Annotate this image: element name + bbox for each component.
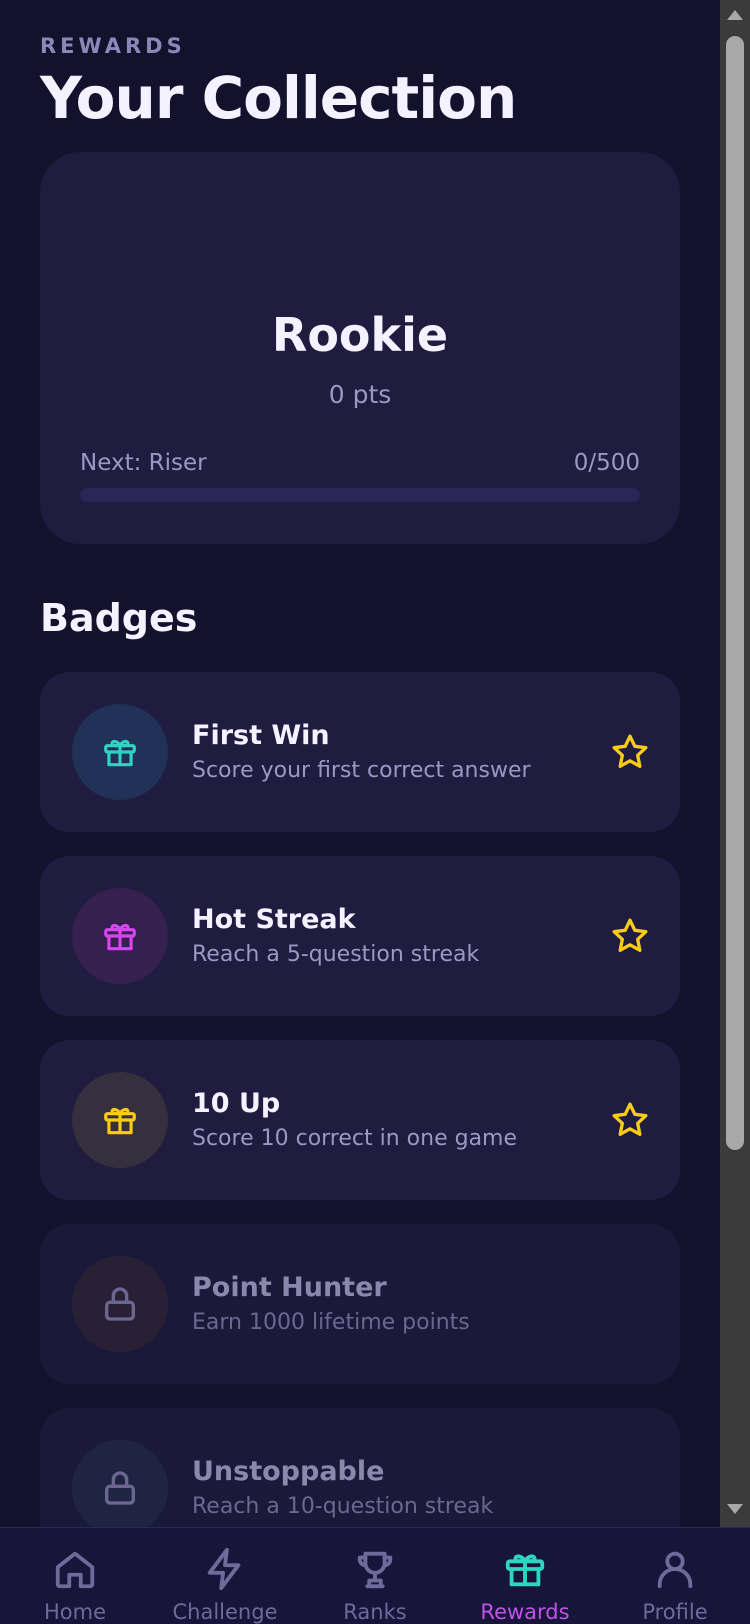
tier-points: 0 pts [328, 380, 392, 409]
scroll-up-arrow-icon[interactable] [727, 10, 743, 20]
tab-label: Challenge [172, 1600, 278, 1624]
gift-icon [72, 1072, 168, 1168]
scrollbar-thumb[interactable] [726, 36, 744, 1150]
badge-title: Point Hunter [192, 1272, 387, 1303]
badge-description: Score your first correct answer [192, 758, 531, 783]
section-eyebrow: REWARDS [40, 34, 186, 58]
vertical-scrollbar[interactable] [720, 0, 750, 1527]
badge-title: Unstoppable [192, 1456, 385, 1487]
bottom-tab-bar: Home Challenge Ranks Rewards Profile [0, 1527, 750, 1624]
tab-label: Ranks [343, 1600, 407, 1624]
lock-icon [72, 1440, 168, 1527]
tab-rewards[interactable]: Rewards [450, 1528, 600, 1624]
badge-title: First Win [192, 720, 330, 751]
tab-label: Rewards [480, 1600, 570, 1624]
badge-card-hot-streak[interactable]: Hot Streak Reach a 5-question streak [40, 856, 680, 1016]
star-icon [612, 1102, 648, 1136]
tab-label: Profile [642, 1600, 708, 1624]
gift-icon [72, 704, 168, 800]
star-icon [612, 918, 648, 952]
tab-home[interactable]: Home [0, 1528, 150, 1624]
next-tier-progress-text: 0/500 [573, 450, 640, 476]
tier-progress-bar [80, 488, 640, 502]
lock-icon [72, 1256, 168, 1352]
tab-ranks[interactable]: Ranks [300, 1528, 450, 1624]
scroll-down-arrow-icon[interactable] [727, 1504, 743, 1514]
badge-description: Reach a 5-question streak [192, 942, 480, 967]
badge-description: Reach a 10-question streak [192, 1494, 494, 1519]
badge-card-first-win[interactable]: First Win Score your first correct answe… [40, 672, 680, 832]
tab-label: Home [43, 1600, 106, 1624]
home-icon [55, 1551, 95, 1589]
tab-profile[interactable]: Profile [600, 1528, 750, 1624]
user-icon [657, 1551, 693, 1589]
trophy-icon [357, 1551, 393, 1589]
lightning-icon [207, 1547, 241, 1591]
badge-title: Hot Streak [192, 904, 356, 935]
tier-card: Rookie 0 pts Next: Riser 0/500 [40, 152, 680, 544]
badge-title: 10 Up [192, 1088, 281, 1119]
badge-card-point-hunter[interactable]: Point Hunter Earn 1000 lifetime points [40, 1224, 680, 1384]
badge-description: Score 10 correct in one game [192, 1126, 518, 1151]
badge-card-unstoppable[interactable]: Unstoppable Reach a 10-question streak [40, 1408, 680, 1527]
gift-icon [72, 888, 168, 984]
tier-name: Rookie [271, 308, 449, 362]
next-tier-label: Next: Riser [80, 450, 207, 476]
badges-section-title: Badges [40, 596, 198, 640]
star-icon [612, 734, 648, 768]
badge-description: Earn 1000 lifetime points [192, 1310, 470, 1335]
gift-icon [505, 1554, 545, 1587]
rewards-screen: REWARDS Your Collection Rookie 0 pts Nex… [0, 0, 720, 1527]
tab-challenge[interactable]: Challenge [150, 1528, 300, 1624]
page-title: Your Collection [40, 64, 517, 132]
badge-card-10-up[interactable]: 10 Up Score 10 correct in one game [40, 1040, 680, 1200]
